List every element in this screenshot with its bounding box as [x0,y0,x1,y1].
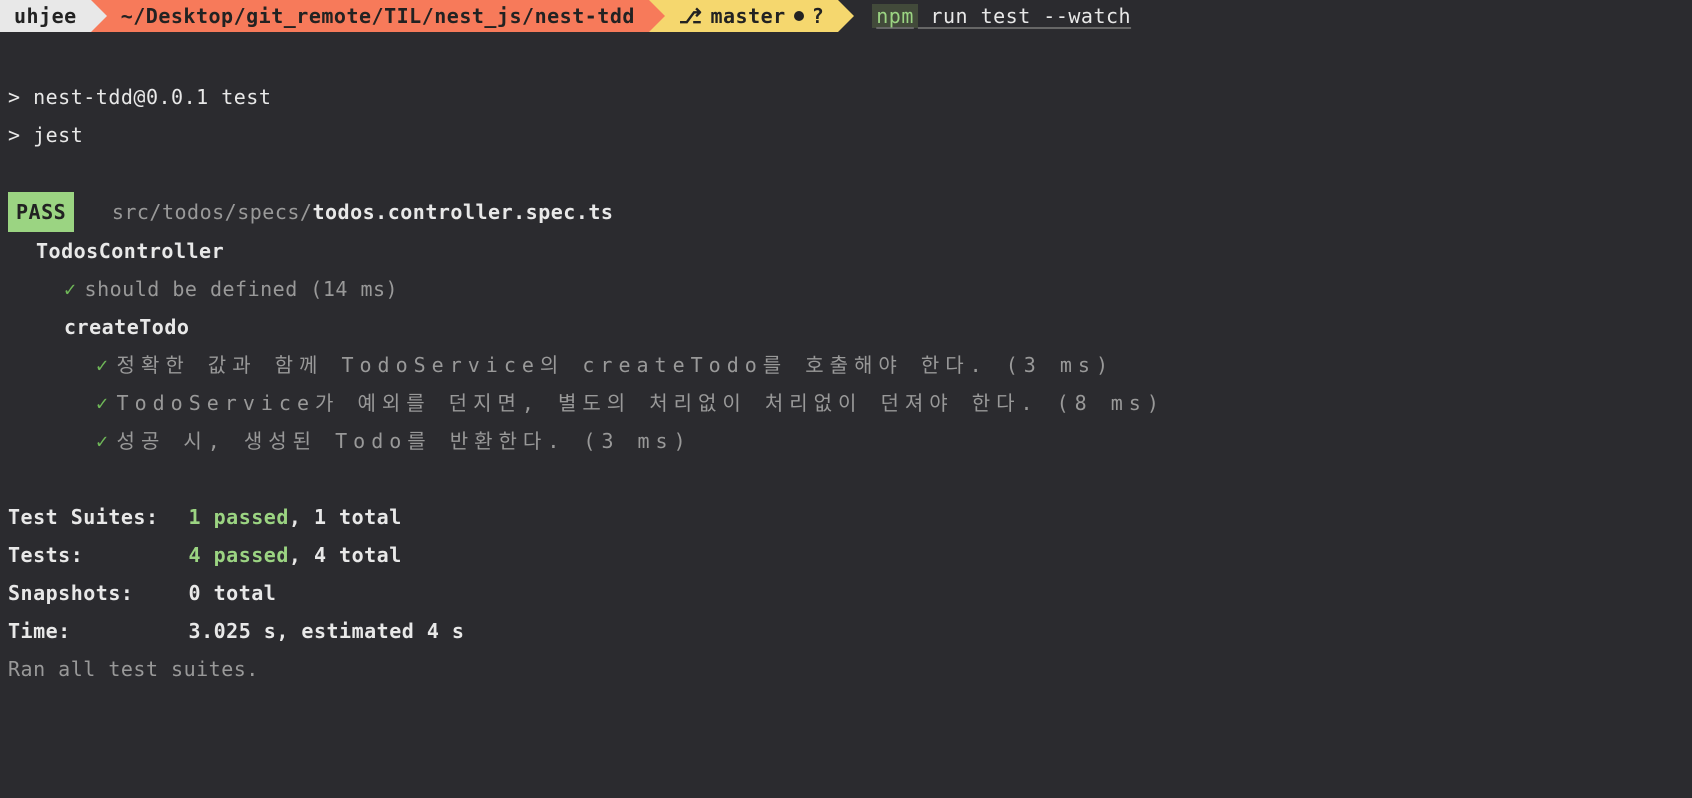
prompt-branch: master [710,0,785,32]
test-result: ✓TodoService가 예외를 던지면, 별도의 처리없이 처리없이 던져야… [8,384,1684,422]
summary-suites-label: Test Suites: [8,498,176,536]
summary-line: Snapshots: 0 total [8,574,1684,612]
test-file-line: PASS src/todos/specs/todos.controller.sp… [8,192,1684,232]
prompt-command-segment[interactable]: npm run test --watch [838,0,1145,32]
summary-snapshots-val: 0 total [189,581,277,605]
prompt-user: uhjee [14,0,77,32]
check-icon: ✓ [96,391,109,415]
summary-line: Tests: 4 passed, 4 total [8,536,1684,574]
chevron-right-icon [91,0,107,32]
git-branch-icon: ⎇ [679,0,703,32]
output-line: > jest [8,116,1684,154]
terminal-output[interactable]: > nest-tdd@0.0.1 test > jest PASS src/to… [0,32,1692,696]
summary-suites-passed: 1 passed [189,505,289,529]
cmd-args: run test --watch [918,4,1131,28]
dirty-dot-icon [794,11,804,21]
summary-tests-total: , 4 total [289,543,402,567]
check-icon: ✓ [64,277,77,301]
file-dir: src/todos/specs/ [112,200,313,224]
prompt-branch-status: ? [812,0,825,32]
summary-line: Time: 3.025 s, estimated 4 s [8,612,1684,650]
summary-line: Test Suites: 1 passed, 1 total [8,498,1684,536]
prompt-path-segment: ~/Desktop/git_remote/TIL/nest_js/nest-td… [91,0,649,32]
summary-snapshots-label: Snapshots: [8,574,176,612]
prompt-bar[interactable]: uhjee ~/Desktop/git_remote/TIL/nest_js/n… [0,0,1692,32]
prompt-branch-segment: ⎇ master ? [649,0,838,32]
output-line: > nest-tdd@0.0.1 test [8,78,1684,116]
summary-time-label: Time: [8,612,176,650]
chevron-right-icon [649,0,665,32]
summary-tests-label: Tests: [8,536,176,574]
chevron-right-icon [838,0,854,32]
test-result: ✓성공 시, 생성된 Todo를 반환한다. (3 ms) [8,422,1684,460]
test-result: ✓should be defined (14 ms) [8,270,1684,308]
pass-badge: PASS [8,192,74,232]
check-icon: ✓ [96,353,109,377]
suite-name: createTodo [8,308,1684,346]
cmd-npm: npm [872,4,918,28]
file-name: todos.controller.spec.ts [312,200,613,224]
summary-time-val: 3.025 s, estimated 4 s [189,619,465,643]
summary-tests-passed: 4 passed [189,543,289,567]
prompt-user-segment: uhjee [0,0,91,32]
suite-name: TodosController [8,232,1684,270]
summary-suites-total: , 1 total [289,505,402,529]
summary-ran: Ran all test suites. [8,650,1684,688]
check-icon: ✓ [96,429,109,453]
test-result: ✓정확한 값과 함께 TodoService의 createTodo를 호출해야… [8,346,1684,384]
prompt-path: ~/Desktop/git_remote/TIL/nest_js/nest-td… [121,0,635,32]
